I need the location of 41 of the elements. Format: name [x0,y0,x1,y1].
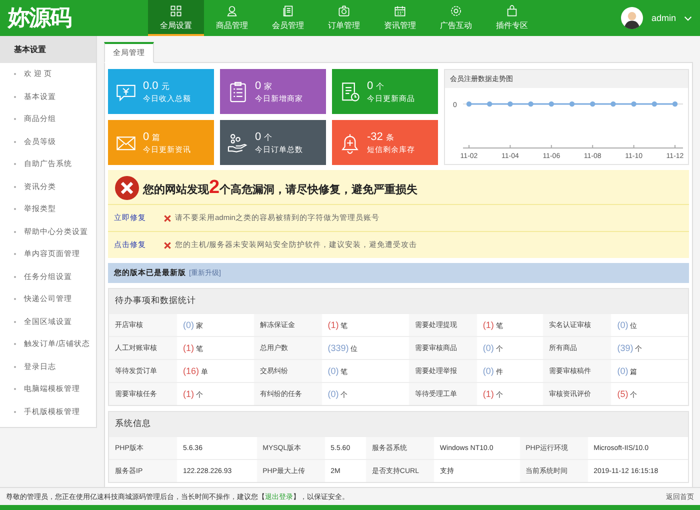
document-icon [282,5,294,17]
section-title: 待办事项和数据统计 [109,289,688,313]
chevron-down-icon[interactable] [684,16,692,20]
stat-unit: 个 [264,132,272,142]
stat-value: 0.0 [143,80,158,92]
nav-tab[interactable]: 商品管理 [204,0,260,36]
camera-icon [338,5,350,17]
bell-icon [339,132,361,154]
logo: 妳源码 [6,4,72,32]
user-name[interactable]: admin [651,13,676,23]
stat-value: 0 [255,80,262,92]
sidebar-heading: 基本设置 [0,36,96,63]
stat-unit: 个 [376,82,384,90]
cross-icon [164,242,171,248]
stat-value: 0 [367,80,374,92]
calendar-icon [394,5,406,17]
error-icon [114,175,140,201]
nav-tab[interactable]: 广告互动 [428,0,484,36]
clipboard-icon [227,80,249,102]
bag-icon [506,5,518,17]
gear-icon [450,5,462,17]
grid-icon [170,5,182,17]
stat-unit: 条 [386,132,394,142]
nav-tab[interactable]: 全局设置 [148,0,204,36]
cross-icon [164,214,171,222]
stat-unit: 家 [264,82,272,90]
hand-coins-icon [227,132,249,154]
stat-value: 0 [255,130,262,142]
stat-unit: 元 [161,82,170,90]
nav-tab[interactable]: 插件专区 [484,0,540,36]
section-title: 系统信息 [109,412,688,436]
stat-unit: 篇 [152,132,160,142]
nav-tab[interactable]: 订单管理 [316,0,372,36]
nav-tab[interactable]: 资讯管理 [372,0,428,36]
person-icon [226,5,238,17]
stat-value: -32 [367,130,383,142]
nav-tab[interactable]: 会员管理 [260,0,316,36]
document-clock-icon [339,80,361,102]
stat-value: 0 [143,130,150,142]
avatar-icon[interactable] [621,7,644,29]
alert-heading: 您的网站发现2个高危漏洞，请尽快修复，避免严重损失 [143,177,418,199]
